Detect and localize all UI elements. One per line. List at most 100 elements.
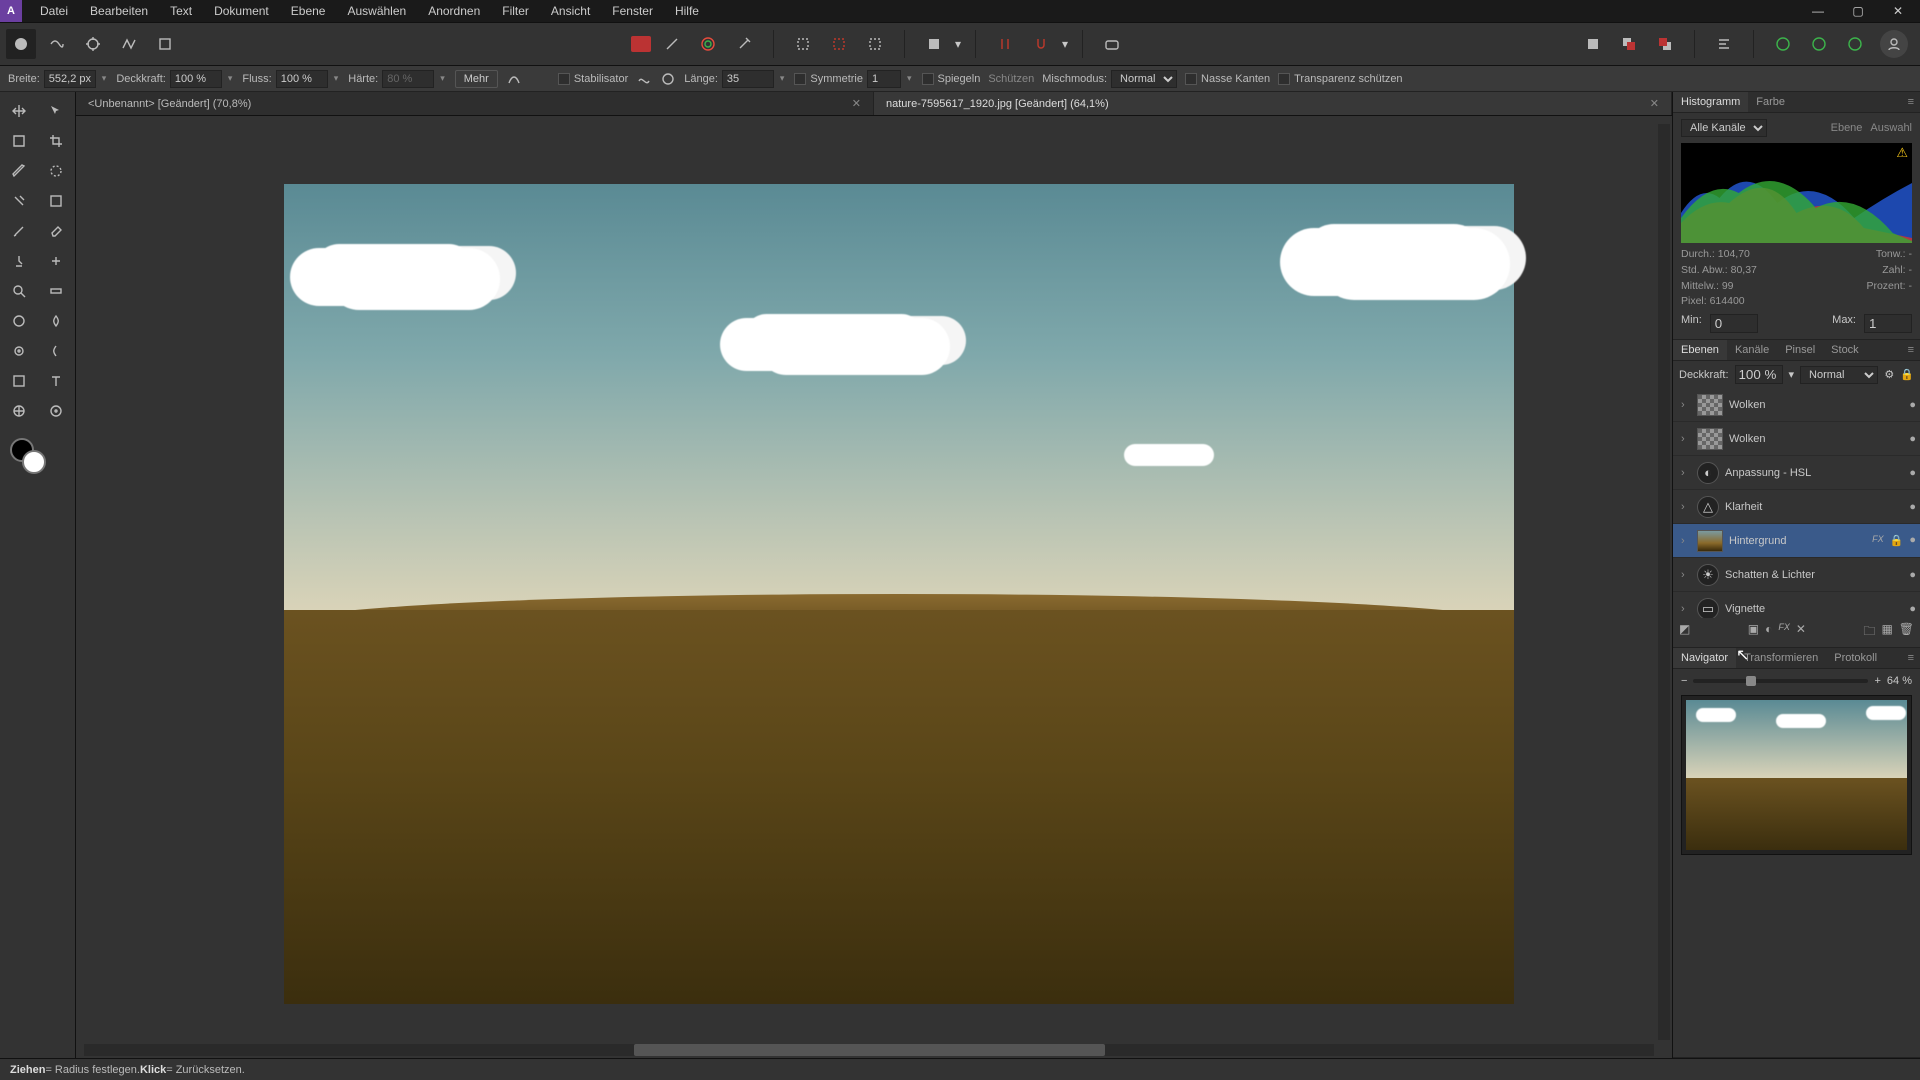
layer-visibility-icon[interactable]: ● [1909, 501, 1916, 513]
chevron-down-icon[interactable]: ▾ [1789, 368, 1795, 381]
persona-export-icon[interactable] [150, 29, 180, 59]
menu-text[interactable]: Text [160, 1, 202, 21]
toolbar-arrange2-icon[interactable] [1614, 29, 1644, 59]
ctx-symmetry-checkbox[interactable] [794, 73, 806, 85]
tool-view-icon[interactable] [0, 126, 38, 156]
tool-crop-icon[interactable] [38, 126, 76, 156]
histogram-channel-select[interactable]: Alle Kanäle [1681, 119, 1767, 137]
document-tab[interactable]: <Unbenannt> [Geändert] (70,8%)✕ [76, 92, 874, 115]
histogram-auswahl-link[interactable]: Auswahl [1870, 122, 1912, 134]
tool-gradient-icon[interactable] [38, 186, 76, 216]
menu-ebene[interactable]: Ebene [281, 1, 336, 21]
layer-mask-icon[interactable]: ◩ [1679, 622, 1690, 643]
layer-row[interactable]: ›Wolken● [1673, 388, 1920, 422]
tool-zoom-icon[interactable] [0, 276, 38, 306]
menu-fenster[interactable]: Fenster [602, 1, 663, 21]
chevron-down-icon[interactable]: ▾ [778, 73, 787, 84]
tool-paintbrush-icon[interactable] [0, 216, 38, 246]
ctx-stabmode2-icon[interactable] [660, 71, 676, 87]
tool-clone-icon[interactable] [0, 246, 38, 276]
zoom-out-button[interactable]: − [1681, 675, 1687, 687]
toolbar-arrange1-icon[interactable] [1578, 29, 1608, 59]
layer-row[interactable]: ›◐Anpassung - HSL● [1673, 456, 1920, 490]
zoom-in-button[interactable]: + [1874, 675, 1880, 687]
tool-blur-icon[interactable] [38, 336, 76, 366]
layer-expand-icon[interactable]: › [1681, 433, 1691, 445]
tool-text-icon[interactable] [38, 366, 76, 396]
toolbar-quickmask-icon[interactable] [919, 29, 949, 59]
toolbar-picker-icon[interactable] [729, 29, 759, 59]
menu-datei[interactable]: Datei [30, 1, 78, 21]
tab-histogramm[interactable]: Histogramm [1673, 92, 1748, 112]
tool-node-icon[interactable] [38, 96, 76, 126]
layer-opacity-input[interactable] [1735, 365, 1783, 384]
horizontal-scrollbar[interactable] [84, 1044, 1654, 1056]
layer-visibility-icon[interactable]: ● [1909, 569, 1916, 581]
layer-gear-icon[interactable]: ⚙ [1884, 368, 1894, 381]
ctx-width-input[interactable] [44, 70, 96, 88]
tool-pen-icon[interactable] [0, 156, 38, 186]
zoom-slider[interactable] [1693, 679, 1868, 683]
chevron-down-icon[interactable]: ▾ [905, 73, 914, 84]
layer-row[interactable]: ›▭Vignette● [1673, 592, 1920, 618]
toolbar-snap-icon[interactable] [990, 29, 1020, 59]
ctx-opacity-input[interactable] [170, 70, 222, 88]
layer-live-icon[interactable]: ✕ [1796, 622, 1806, 643]
chevron-down-icon[interactable]: ▾ [100, 73, 109, 84]
toolbar-stock3-icon[interactable] [1840, 29, 1870, 59]
tab-ebenen[interactable]: Ebenen [1673, 340, 1727, 360]
layer-group-icon[interactable]: 🗀 [1863, 622, 1875, 643]
layer-lock-icon[interactable]: 🔒 [1900, 368, 1914, 381]
menu-filter[interactable]: Filter [492, 1, 539, 21]
toolbar-align-icon[interactable] [1709, 29, 1739, 59]
tool-heal-icon[interactable] [38, 246, 76, 276]
ctx-blend-select[interactable]: Normal [1111, 70, 1177, 88]
persona-liquify-icon[interactable] [42, 29, 72, 59]
ctx-flow-input[interactable] [276, 70, 328, 88]
persona-develop-icon[interactable] [78, 29, 108, 59]
layer-row[interactable]: ›HintergrundFX🔒● [1673, 524, 1920, 558]
navigator-preview[interactable] [1681, 695, 1912, 855]
layer-expand-icon[interactable]: › [1681, 501, 1691, 513]
layer-row[interactable]: ›△Klarheit● [1673, 490, 1920, 524]
ctx-hardness-input[interactable] [382, 70, 434, 88]
layer-row[interactable]: ›Wolken● [1673, 422, 1920, 456]
chevron-down-icon[interactable]: ▾ [332, 73, 341, 84]
layer-delete-icon[interactable]: 🗑 [1899, 622, 1914, 643]
layer-expand-icon[interactable]: › [1681, 569, 1691, 581]
account-avatar-icon[interactable] [1880, 30, 1908, 58]
toolbar-arrange3-icon[interactable] [1650, 29, 1680, 59]
ctx-length-input[interactable] [722, 70, 774, 88]
tool-pick-icon[interactable] [38, 396, 76, 426]
toolbar-magnet-icon[interactable] [1026, 29, 1056, 59]
histogram-max-input[interactable] [1864, 314, 1912, 333]
tab-stock[interactable]: Stock [1823, 340, 1867, 360]
persona-photo-icon[interactable] [6, 29, 36, 59]
ctx-symmetry-input[interactable] [867, 70, 901, 88]
toolbar-assistant-icon[interactable] [1097, 29, 1127, 59]
panel-menu-icon[interactable]: ≡ [1902, 92, 1920, 112]
layer-fx-badge-icon[interactable]: FX [1872, 534, 1884, 547]
toolbar-selection3-icon[interactable] [860, 29, 890, 59]
histogram-min-input[interactable] [1710, 314, 1758, 333]
ctx-stabilizer-checkbox[interactable] [558, 73, 570, 85]
menu-dokument[interactable]: Dokument [204, 1, 279, 21]
tool-mesh-icon[interactable] [0, 396, 38, 426]
layer-addmask-icon[interactable]: ▣ [1748, 622, 1759, 643]
toolbar-swatch-icon[interactable] [631, 36, 651, 52]
vertical-scrollbar[interactable] [1658, 124, 1670, 1040]
menu-anordnen[interactable]: Anordnen [418, 1, 490, 21]
toolbar-brush-icon[interactable] [657, 29, 687, 59]
tab-close-icon[interactable]: ✕ [852, 97, 861, 110]
persona-tone-icon[interactable] [114, 29, 144, 59]
tab-navigator[interactable]: Navigator [1673, 648, 1736, 668]
toolbar-quickmask-dropdown-icon[interactable]: ▾ [955, 37, 961, 51]
layer-visibility-icon[interactable]: ● [1909, 467, 1916, 479]
layer-visibility-icon[interactable]: ● [1909, 603, 1916, 615]
layer-visibility-icon[interactable]: ● [1909, 433, 1916, 445]
tool-selection-brush-icon[interactable] [38, 156, 76, 186]
canvas-area[interactable] [76, 116, 1672, 1058]
window-minimize-button[interactable]: — [1800, 1, 1836, 21]
layer-expand-icon[interactable]: › [1681, 399, 1691, 411]
ctx-pressure-icon[interactable] [506, 71, 522, 87]
